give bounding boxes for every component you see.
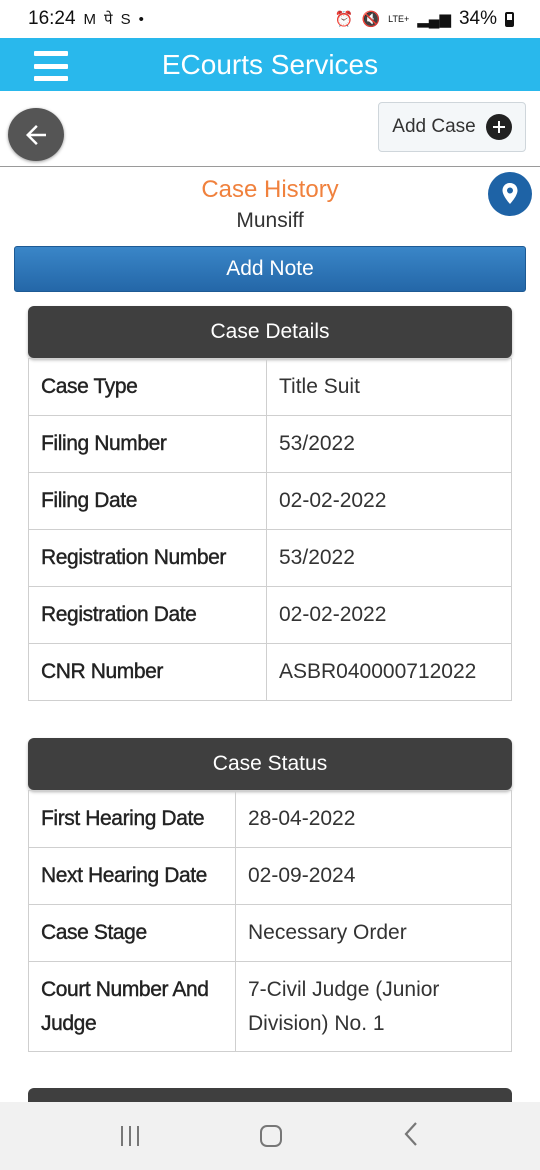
row-value: 28-04-2022 bbox=[235, 790, 512, 848]
table-row: CNR Number ASBR040000712022 bbox=[28, 643, 512, 701]
row-value: 02-09-2024 bbox=[235, 847, 512, 905]
plus-circle-icon bbox=[485, 114, 512, 140]
row-label: Filing Number bbox=[28, 415, 267, 473]
table-row: Next Hearing Date 02-09-2024 bbox=[28, 847, 512, 905]
nav-back-icon[interactable] bbox=[403, 1121, 419, 1152]
court-name: Munsiff bbox=[236, 209, 304, 232]
map-pin-icon bbox=[502, 183, 518, 204]
table-row: First Hearing Date 28-04-2022 bbox=[28, 790, 512, 848]
row-label: First Hearing Date bbox=[28, 790, 236, 848]
recent-apps-icon[interactable] bbox=[120, 1126, 139, 1146]
gmail-icon: M bbox=[83, 10, 97, 28]
case-status-header: Case Status bbox=[28, 738, 512, 790]
row-value: 02-02-2022 bbox=[266, 472, 512, 530]
row-value: Title Suit bbox=[266, 358, 512, 416]
map-location-button[interactable] bbox=[488, 172, 532, 216]
battery-percent: 34% bbox=[458, 8, 497, 29]
alarm-icon: ⏰ bbox=[334, 11, 354, 28]
table-row: Filing Number 53/2022 bbox=[28, 415, 512, 473]
row-value: Necessary Order bbox=[235, 904, 512, 962]
arrow-left-icon bbox=[26, 124, 46, 145]
mute-icon: 🔇 bbox=[361, 11, 381, 28]
network-type: LTE+ bbox=[388, 13, 410, 24]
row-value: 02-02-2022 bbox=[266, 586, 512, 644]
notification-app-icon: पे bbox=[104, 11, 113, 28]
notification-s-icon: S bbox=[120, 10, 131, 28]
home-icon[interactable] bbox=[259, 1125, 282, 1147]
back-button[interactable] bbox=[8, 108, 64, 161]
more-notifications-dot-icon: • bbox=[138, 10, 144, 28]
page-title: Case History bbox=[201, 176, 339, 203]
table-row: Filing Date 02-02-2022 bbox=[28, 472, 512, 530]
battery-icon bbox=[505, 11, 514, 27]
status-right: ⏰ 🔇 LTE+ ▂▄▆ 34% bbox=[335, 8, 514, 30]
case-details-header: Case Details bbox=[28, 306, 512, 358]
signal-icon: ▂▄▆ bbox=[417, 11, 451, 28]
status-left: 16:24 M पे S • bbox=[28, 8, 144, 30]
table-row: Registration Number 53/2022 bbox=[28, 529, 512, 587]
row-label: Filing Date bbox=[28, 472, 267, 530]
case-details-table: Case Type Title Suit Filing Number 53/20… bbox=[28, 358, 512, 701]
case-status-table: First Hearing Date 28-04-2022 Next Heari… bbox=[28, 790, 512, 1052]
row-label: Court Number And Judge bbox=[28, 961, 236, 1052]
status-bar: 16:24 M पे S • ⏰ 🔇 LTE+ ▂▄▆ 34% bbox=[0, 0, 540, 38]
header-divider bbox=[0, 166, 540, 167]
system-nav-bar bbox=[0, 1102, 540, 1170]
row-value: ASBR040000712022 bbox=[266, 643, 512, 701]
add-note-button[interactable]: Add Note bbox=[14, 246, 526, 292]
row-value: 7-Civil Judge (Junior Division) No. 1 bbox=[235, 961, 512, 1052]
table-row: Case Type Title Suit bbox=[28, 358, 512, 416]
row-label: Registration Number bbox=[28, 529, 267, 587]
add-case-button[interactable]: Add Case bbox=[378, 102, 526, 152]
app-bar: ECourts Services bbox=[0, 38, 540, 91]
row-label: Next Hearing Date bbox=[28, 847, 236, 905]
hamburger-menu-icon[interactable] bbox=[34, 51, 68, 81]
row-value: 53/2022 bbox=[266, 415, 512, 473]
row-value: 53/2022 bbox=[266, 529, 512, 587]
table-row: Registration Date 02-02-2022 bbox=[28, 586, 512, 644]
add-case-label: Add Case bbox=[392, 116, 476, 137]
status-time: 16:24 bbox=[28, 8, 76, 29]
row-label: Case Stage bbox=[28, 904, 236, 962]
row-label: CNR Number bbox=[28, 643, 267, 701]
table-row: Case Stage Necessary Order bbox=[28, 904, 512, 962]
app-title: ECourts Services bbox=[161, 48, 379, 80]
row-label: Registration Date bbox=[28, 586, 267, 644]
table-row: Court Number And Judge 7-Civil Judge (Ju… bbox=[28, 961, 512, 1052]
row-label: Case Type bbox=[28, 358, 267, 416]
